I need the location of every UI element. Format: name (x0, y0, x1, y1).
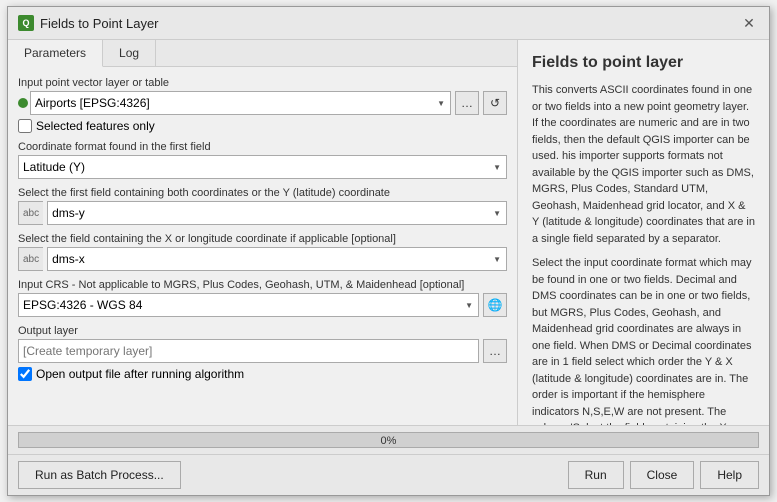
crs-label: Input CRS - Not applicable to MGRS, Plus… (18, 279, 507, 291)
crs-section: Input CRS - Not applicable to MGRS, Plus… (18, 279, 507, 317)
close-button[interactable]: Close (630, 461, 695, 489)
button-bar: Run as Batch Process... Run Close Help (8, 455, 769, 495)
coord-format-label: Coordinate format found in the first fie… (18, 141, 507, 153)
output-layer-input[interactable] (18, 339, 479, 363)
output-layer-label: Output layer (18, 325, 507, 337)
crs-row: EPSG:4326 - WGS 84 🌐 (18, 293, 507, 317)
open-output-checkbox[interactable] (18, 367, 32, 381)
selected-features-label: Selected features only (36, 119, 155, 133)
fields-to-point-dialog: Q Fields to Point Layer ✕ Parameters Log… (7, 6, 770, 496)
selected-features-row: Selected features only (18, 119, 507, 133)
output-browse-button[interactable]: … (483, 339, 507, 363)
input-layer-section: Input point vector layer or table Airpor… (18, 77, 507, 133)
first-field-select[interactable]: dms-y (47, 201, 507, 225)
tab-parameters[interactable]: Parameters (8, 40, 103, 67)
x-field-section: Select the field containing the X or lon… (18, 233, 507, 271)
coord-format-select[interactable]: Latitude (Y) (18, 155, 507, 179)
dialog-body: Parameters Log Input point vector layer … (8, 40, 769, 425)
run-button[interactable]: Run (568, 461, 624, 489)
coord-format-combo-wrapper: Latitude (Y) (18, 155, 507, 179)
tab-bar: Parameters Log (8, 40, 517, 67)
x-field-combo-wrapper: dms-x (47, 247, 507, 271)
left-panel: Parameters Log Input point vector layer … (8, 40, 518, 425)
dialog-title: Fields to Point Layer (40, 16, 159, 31)
batch-process-button[interactable]: Run as Batch Process... (18, 461, 181, 489)
output-layer-section: Output layer … Open output file after ru… (18, 325, 507, 381)
help-paragraph-1: This converts ASCII coordinates found in… (532, 82, 755, 247)
bottom-area: 0% Run as Batch Process... Run Close Hel… (8, 425, 769, 495)
selected-features-checkbox[interactable] (18, 119, 32, 133)
progress-bar-bg: 0% (18, 432, 759, 448)
help-paragraph-2: Select the input coordinate format which… (532, 255, 755, 425)
crs-select[interactable]: EPSG:4326 - WGS 84 (18, 293, 479, 317)
open-output-label: Open output file after running algorithm (36, 367, 244, 381)
title-bar: Q Fields to Point Layer ✕ (8, 7, 769, 40)
first-field-combo-wrapper: dms-y (47, 201, 507, 225)
x-field-row: abc dms-x (18, 247, 507, 271)
x-field-select[interactable]: dms-x (47, 247, 507, 271)
input-layer-select[interactable]: Airports [EPSG:4326] (30, 91, 451, 115)
layer-indicator (18, 98, 28, 108)
input-layer-browse-button[interactable]: … (455, 91, 479, 115)
progress-label: 0% (19, 433, 758, 449)
first-field-section: Select the first field containing both c… (18, 187, 507, 225)
close-window-button[interactable]: ✕ (739, 13, 759, 33)
output-layer-row: … (18, 339, 507, 363)
crs-globe-button[interactable]: 🌐 (483, 293, 507, 317)
x-field-prefix: abc (18, 247, 43, 271)
input-layer-combo-wrapper: Airports [EPSG:4326] (30, 91, 451, 115)
input-layer-row: Airports [EPSG:4326] … ↺ (18, 91, 507, 115)
input-layer-label: Input point vector layer or table (18, 77, 507, 89)
first-field-prefix: abc (18, 201, 43, 225)
right-panel: Fields to point layer This converts ASCI… (518, 40, 769, 425)
x-field-label: Select the field containing the X or lon… (18, 233, 507, 245)
open-output-row: Open output file after running algorithm (18, 367, 507, 381)
progress-bar-area: 0% (8, 426, 769, 455)
first-field-label: Select the first field containing both c… (18, 187, 507, 199)
input-layer-refresh-button[interactable]: ↺ (483, 91, 507, 115)
help-title: Fields to point layer (532, 54, 755, 72)
params-area: Input point vector layer or table Airpor… (8, 67, 517, 425)
first-field-row: abc dms-y (18, 201, 507, 225)
title-bar-left: Q Fields to Point Layer (18, 15, 159, 31)
help-button[interactable]: Help (700, 461, 759, 489)
tab-log[interactable]: Log (103, 40, 156, 66)
crs-combo-wrapper: EPSG:4326 - WGS 84 (18, 293, 479, 317)
app-icon: Q (18, 15, 34, 31)
coord-format-section: Coordinate format found in the first fie… (18, 141, 507, 179)
